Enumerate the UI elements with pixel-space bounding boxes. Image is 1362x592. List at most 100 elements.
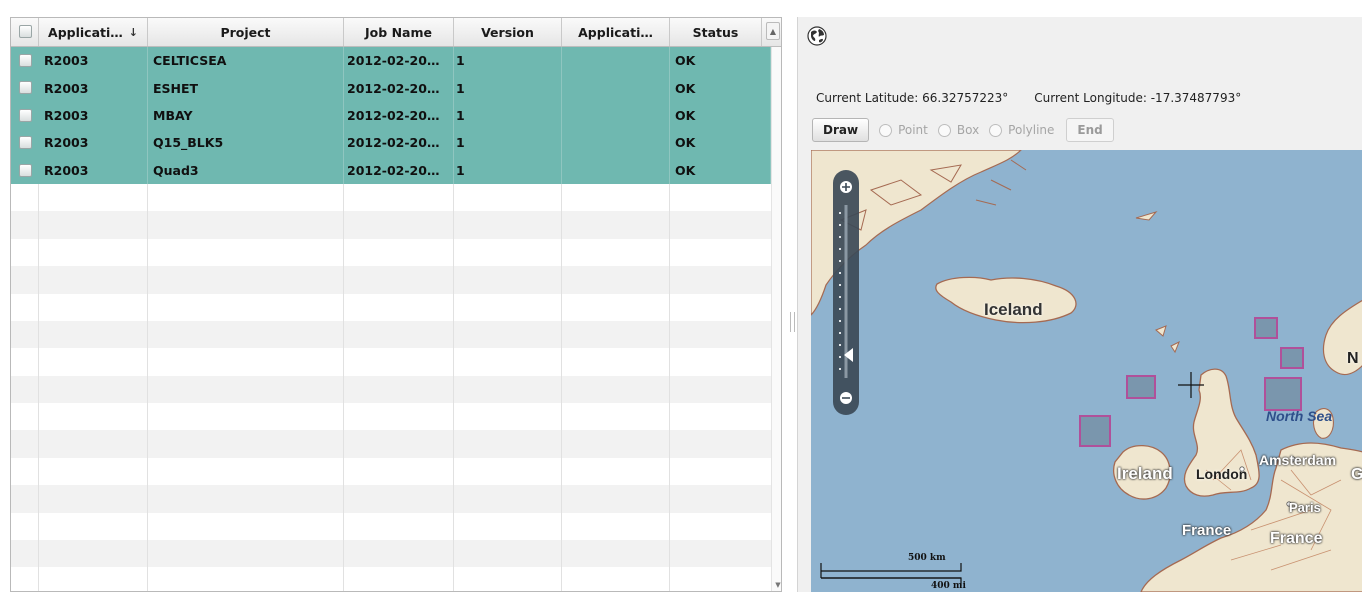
- map-label-france: France: [1270, 530, 1323, 547]
- box-radio-label: Box: [956, 123, 980, 137]
- cell-application-2: [562, 156, 670, 184]
- cell-application: R2003: [39, 101, 148, 130]
- column-header-label: Applicati…: [48, 24, 123, 40]
- radio-dot-icon[interactable]: [989, 123, 1003, 137]
- cell-version: 1: [454, 74, 562, 102]
- cursor-coordinates: Current Latitude: 66.32757223° Current Lo…: [816, 91, 1241, 105]
- cell-application: R2003: [39, 47, 148, 75]
- cell-application-2: [562, 129, 670, 157]
- column-header-label: Version: [481, 24, 534, 40]
- cell-job-name: 2012-02-20…: [344, 47, 454, 75]
- cell-application-2: [562, 101, 670, 130]
- map-label-france: France: [1182, 522, 1232, 539]
- point-radio[interactable]: Point: [879, 123, 928, 137]
- column-header-label: Status: [692, 24, 739, 40]
- row-checkbox[interactable]: [19, 108, 32, 122]
- cell-status: OK: [670, 101, 771, 130]
- grid-scrollbar[interactable]: ▼: [771, 47, 781, 591]
- cell-project: MBAY: [148, 101, 344, 130]
- row-checkbox[interactable]: [19, 163, 32, 177]
- empty-row: [11, 375, 781, 404]
- cell-application-2: [562, 74, 670, 102]
- table-row[interactable]: R2003 Quad3 2012-02-20… 1 OK: [11, 156, 781, 184]
- grid-header: Applicati… ↓ Project Job Name Version Ap…: [11, 18, 781, 47]
- longitude-readout: Current Longitude: -17.37487793°: [1034, 91, 1242, 105]
- panel-splitter-handle[interactable]: [790, 312, 795, 332]
- table-row[interactable]: R2003 MBAY 2012-02-20… 1 OK: [11, 101, 781, 130]
- grid-body: R2003 CELTICSEA 2012-02-20… 1 OK R2003 E…: [11, 47, 781, 591]
- draw-button[interactable]: Draw: [812, 118, 870, 142]
- empty-row: [11, 430, 781, 458]
- scroll-down-arrow-icon[interactable]: ▼: [773, 581, 781, 591]
- cell-version: 1: [454, 47, 562, 75]
- globe-icon[interactable]: [807, 26, 827, 46]
- row-checkbox[interactable]: [19, 136, 32, 150]
- empty-row: [11, 183, 781, 212]
- cell-job-name: 2012-02-20…: [344, 74, 454, 102]
- row-checkbox[interactable]: [19, 81, 32, 95]
- column-header-application-2[interactable]: Applicati…: [562, 18, 670, 46]
- cell-status: OK: [670, 47, 771, 75]
- column-header-application[interactable]: Applicati… ↓: [39, 18, 148, 46]
- map-label-north-sea: North Sea: [1266, 408, 1333, 424]
- empty-row: [11, 485, 781, 513]
- cell-project: Q15_BLK5: [148, 129, 344, 157]
- table-row[interactable]: R2003 CELTICSEA 2012-02-20… 1 OK: [11, 47, 781, 75]
- empty-row: [11, 238, 781, 267]
- cell-status: OK: [670, 74, 771, 102]
- cell-project: CELTICSEA: [148, 47, 344, 75]
- empty-row: [11, 540, 781, 568]
- zoom-slider: [833, 170, 859, 415]
- cell-application: R2003: [39, 156, 148, 184]
- empty-row: [11, 512, 781, 541]
- latitude-readout: Current Latitude: 66.32757223°: [816, 91, 1009, 105]
- empty-row: [11, 457, 781, 486]
- cell-application: R2003: [39, 129, 148, 157]
- table-row[interactable]: R2003 ESHET 2012-02-20… 1 OK: [11, 74, 781, 102]
- box-radio[interactable]: Box: [937, 123, 980, 137]
- empty-row: [11, 211, 781, 239]
- scroll-up-arrow-icon[interactable]: ▲: [766, 22, 780, 40]
- column-header-label: Job Name: [365, 24, 432, 40]
- select-all-cell: [11, 18, 39, 46]
- map-label-amsterdam: Amsterdam: [1259, 452, 1337, 468]
- map-label-paris: Paris: [1289, 500, 1321, 515]
- scale-label-km: 500 km: [908, 553, 946, 563]
- map-label-iceland: Iceland: [984, 300, 1043, 319]
- polyline-radio[interactable]: Polyline: [989, 123, 1054, 137]
- cell-status: OK: [670, 156, 771, 184]
- table-row[interactable]: R2003 Q15_BLK5 2012-02-20… 1 OK: [11, 129, 781, 157]
- map-canvas[interactable]: Iceland North Sea Ireland London Amsterd…: [811, 150, 1362, 592]
- radio-dot-icon[interactable]: [879, 123, 893, 137]
- cell-application: R2003: [39, 74, 148, 102]
- radio-dot-icon[interactable]: [937, 123, 951, 137]
- cell-job-name: 2012-02-20…: [344, 101, 454, 130]
- empty-row: [11, 403, 781, 431]
- cell-version: 1: [454, 156, 562, 184]
- empty-row: [11, 293, 781, 321]
- scale-label-mi: 400 mi: [931, 581, 966, 591]
- column-header-job-name[interactable]: Job Name: [344, 18, 454, 46]
- map-label-london: London: [1196, 466, 1248, 482]
- map-label-norway-partial: N: [1347, 350, 1359, 367]
- cell-job-name: 2012-02-20…: [344, 129, 454, 157]
- cell-project: Quad3: [148, 156, 344, 184]
- end-button[interactable]: End: [1066, 118, 1114, 142]
- cell-job-name: 2012-02-20…: [344, 156, 454, 184]
- cell-version: 1: [454, 101, 562, 130]
- column-header-version[interactable]: Version: [454, 18, 562, 46]
- column-header-status[interactable]: Status: [670, 18, 762, 46]
- draw-toolbar: Draw Point Box Polyline End: [812, 117, 1114, 143]
- column-header-label: Project: [220, 24, 271, 40]
- map-panel: Current Latitude: 66.32757223° Current Lo…: [797, 17, 1362, 592]
- row-checkbox[interactable]: [19, 54, 32, 67]
- sort-descending-icon[interactable]: ↓: [129, 26, 138, 39]
- results-grid[interactable]: Applicati… ↓ Project Job Name Version Ap…: [10, 17, 782, 592]
- column-header-project[interactable]: Project: [148, 18, 344, 46]
- cell-version: 1: [454, 129, 562, 157]
- empty-row: [11, 567, 781, 591]
- select-all-checkbox[interactable]: [19, 25, 32, 38]
- column-header-label: Applicati…: [578, 24, 653, 40]
- cell-application-2: [562, 47, 670, 75]
- empty-row: [11, 266, 781, 294]
